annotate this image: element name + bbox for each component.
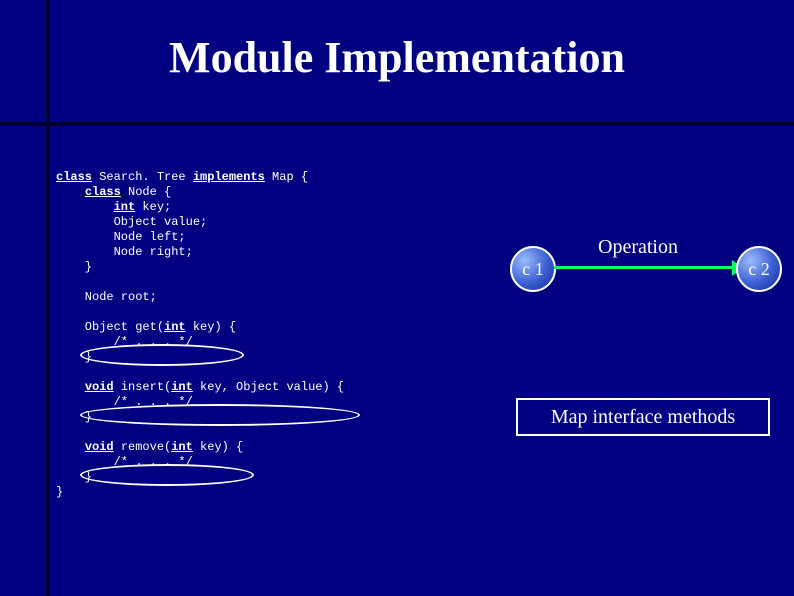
arrow-line: [554, 266, 738, 269]
kw-void-insert: void: [85, 380, 114, 394]
vertical-divider: [46, 0, 50, 596]
slide-title: Module Implementation: [0, 32, 794, 83]
operation-label: Operation: [598, 236, 678, 259]
kw-int-get: int: [164, 320, 186, 334]
kw-void-remove: void: [85, 440, 114, 454]
node-c1: c 1: [510, 246, 556, 292]
code-block: class Search. Tree implements Map { clas…: [56, 170, 344, 500]
horizontal-divider: [0, 122, 794, 126]
kw-class-inner: class: [85, 185, 121, 199]
kw-int-remove: int: [171, 440, 193, 454]
node-c2: c 2: [736, 246, 782, 292]
kw-class: class: [56, 170, 92, 184]
kw-int: int: [114, 200, 136, 214]
caption-box: Map interface methods: [516, 398, 770, 436]
slide: Module Implementation class Search. Tree…: [0, 0, 794, 596]
kw-int-insert: int: [171, 380, 193, 394]
kw-implements: implements: [193, 170, 265, 184]
